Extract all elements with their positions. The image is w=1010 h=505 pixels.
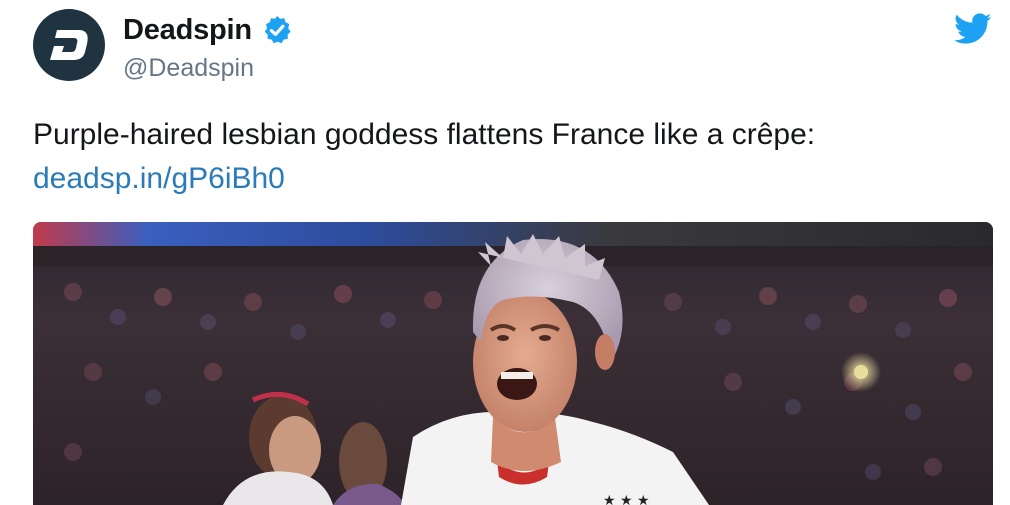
author-handle[interactable]: @Deadspin [123, 54, 254, 83]
author-display-name[interactable]: Deadspin [123, 14, 252, 47]
deadspin-logo-icon [50, 30, 88, 60]
author-name-row: Deadspin [123, 12, 293, 48]
tweet-body: Purple-haired lesbian goddess flattens F… [33, 118, 816, 151]
tweet-link[interactable]: deadsp.in/gP6iBh0 [33, 157, 983, 201]
tweet-media-photo[interactable]: ★ ★ ★ [33, 222, 993, 505]
avatar[interactable] [33, 9, 105, 81]
jersey-stars: ★ ★ ★ [603, 493, 650, 505]
tweet-text: Purple-haired lesbian goddess flattens F… [33, 113, 983, 201]
twitter-bird-icon[interactable] [954, 13, 992, 45]
photo-image: ★ ★ ★ [33, 222, 993, 505]
verified-badge-icon [261, 14, 293, 46]
